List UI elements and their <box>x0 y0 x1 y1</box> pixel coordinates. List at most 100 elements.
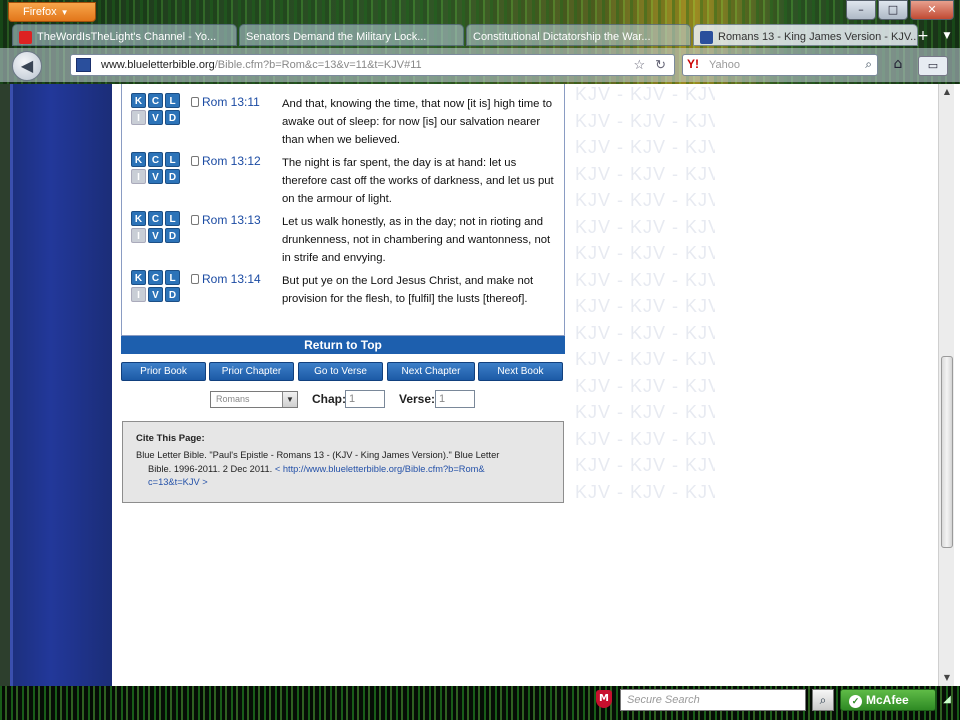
verse-v-button[interactable]: V <box>148 110 163 125</box>
search-icon[interactable]: ⌕ <box>865 57 872 72</box>
reload-icon[interactable]: ↻ <box>655 57 666 73</box>
cite-url-link-cont[interactable]: c=13&t=KJV > <box>136 476 553 490</box>
mcafee-shield-icon[interactable]: M <box>596 690 612 708</box>
verse-reference-link[interactable]: Rom 13:13 <box>191 213 261 227</box>
scroll-down-icon[interactable]: ▼ <box>939 670 955 686</box>
return-to-top-link[interactable]: Return to Top <box>121 336 565 354</box>
firefox-menu-button[interactable]: Firefox ▼ <box>8 2 96 22</box>
go-to-verse-button[interactable]: Go to Verse <box>298 362 383 381</box>
verse-reference-link[interactable]: Rom 13:14 <box>191 272 261 286</box>
scroll-thumb[interactable] <box>941 356 953 548</box>
window-controls: – □ ✕ <box>844 0 954 20</box>
new-tab-button[interactable]: + <box>912 26 934 46</box>
verse-label: Verse: <box>399 392 436 406</box>
close-window-button[interactable]: ✕ <box>910 0 954 20</box>
verse-text: Let us walk honestly, as in the day; not… <box>282 216 551 264</box>
checkmark-icon: ✓ <box>849 695 862 708</box>
minimize-button[interactable]: – <box>846 0 876 20</box>
verse-k-button[interactable]: K <box>131 152 146 167</box>
chapter-input[interactable]: 1 <box>345 390 385 408</box>
chevron-down-icon: ▼ <box>60 8 69 17</box>
back-button[interactable]: ◀ <box>12 51 42 81</box>
verse-d-button[interactable]: D <box>165 110 180 125</box>
verse-reference-link[interactable]: Rom 13:12 <box>191 154 261 168</box>
search-bar[interactable]: Y! Yahoo ⌕ <box>682 54 878 76</box>
firefox-menu-label: Firefox <box>23 6 57 18</box>
verse-c-button[interactable]: C <box>148 93 163 108</box>
verse-k-button[interactable]: K <box>131 93 146 108</box>
verse-input[interactable]: 1 <box>435 390 475 408</box>
home-button[interactable]: ⌂ <box>886 56 910 76</box>
tab-senators-article[interactable]: Senators Demand the Military Lock... <box>12 24 464 121</box>
yahoo-engine-icon[interactable]: Y! <box>687 57 699 71</box>
watermark-line: KJV - KJV - KJV <box>575 84 715 104</box>
verse-ref-text: Rom 13:14 <box>202 272 261 286</box>
cite-text-line1: Blue Letter Bible. "Paul's Epistle - Rom… <box>136 450 500 460</box>
clipboard-icon <box>191 97 199 107</box>
tab-constitutional-dictatorship[interactable]: Constitutional Dictatorship the War... <box>12 24 691 121</box>
blb-icon <box>700 30 713 44</box>
window-frame <box>0 84 10 686</box>
verse-i-button[interactable]: I <box>131 110 146 125</box>
addon-bar-button[interactable]: ▭ <box>918 56 948 76</box>
verse-k-button[interactable]: K <box>131 270 146 285</box>
book-select[interactable]: Romans ▼ <box>210 391 298 408</box>
verse-c-button[interactable]: C <box>148 270 163 285</box>
address-bar[interactable]: www.blueletterbible.org/Bible.cfm?b=Rom&… <box>70 54 675 76</box>
chevron-down-icon[interactable]: ▼ <box>282 392 297 407</box>
page-content: KJV - KJV - KJV KJV - KJV - KJV KJV - KJV … <box>0 84 960 686</box>
verse-v-button[interactable]: V <box>148 287 163 302</box>
cite-url-link[interactable]: < http://www.blueletterbible.org/Bible.c… <box>275 464 485 474</box>
watermark-line: KJV - KJV - KJV <box>575 269 715 290</box>
verse-l-button[interactable]: L <box>165 211 180 226</box>
verse-i-button[interactable]: I <box>131 169 146 184</box>
watermark-line: KJV - KJV - KJV <box>575 110 715 131</box>
secure-search-button[interactable]: ⌕ <box>812 689 834 711</box>
chapter-label: Chap: <box>312 392 346 406</box>
home-icon: ⌂ <box>893 56 903 72</box>
navigation-toolbar: ◀ www.blueletterbible.org/Bible.cfm?b=Ro… <box>0 48 960 82</box>
verse-i-button[interactable]: I <box>131 228 146 243</box>
next-book-button[interactable]: Next Book <box>478 362 563 381</box>
tab-label: Senators Demand the Military Lock... <box>246 31 427 43</box>
tab-youtube-channel[interactable]: TheWordIsTheLight's Channel - Yo... <box>12 24 237 46</box>
verse-i-button[interactable]: I <box>131 287 146 302</box>
verse-d-button[interactable]: D <box>165 169 180 184</box>
url-domain: www.blueletterbible.org <box>101 59 215 71</box>
verse-c-button[interactable]: C <box>148 211 163 226</box>
chapter-navigation: Prior Book Prior Chapter Go to Verse Nex… <box>121 362 565 382</box>
vertical-scrollbar[interactable]: ▲ ▼ <box>938 84 954 686</box>
verse-k-button[interactable]: K <box>131 211 146 226</box>
verse-list: K C L I V D Rom 13:11 And that, knowing … <box>121 84 565 336</box>
site-identity-icon[interactable] <box>76 58 91 72</box>
maximize-button[interactable]: □ <box>878 0 908 20</box>
verse-text: But put ye on the Lord Jesus Christ, and… <box>282 275 534 305</box>
verse-reference-link[interactable]: Rom 13:11 <box>191 95 260 109</box>
verse-l-button[interactable]: L <box>165 93 180 108</box>
prior-chapter-button[interactable]: Prior Chapter <box>209 362 294 381</box>
secure-search-input[interactable]: Secure Search <box>620 689 806 711</box>
cite-text-line2: Bible. 1996-2011. 2 Dec 2011. < http://w… <box>136 463 553 477</box>
verse-d-button[interactable]: D <box>165 287 180 302</box>
list-all-tabs-button[interactable]: ▼ <box>936 26 958 46</box>
url-path: /Bible.cfm?b=Rom&c=13&v=11&t=KJV#11 <box>214 59 422 71</box>
bookmark-star-icon[interactable]: ☆ <box>633 57 645 73</box>
addon-bar: M Secure Search ⌕ ✓ McAfee ◢ <box>0 686 960 720</box>
tab-romans-13[interactable]: Romans 13 - King James Version - KJV... <box>693 24 918 46</box>
watermark-line: KJV - KJV - KJV <box>575 481 715 502</box>
cite-body: Blue Letter Bible. "Paul's Epistle - Rom… <box>136 449 553 490</box>
verse-v-button[interactable]: V <box>148 228 163 243</box>
verse-c-button[interactable]: C <box>148 152 163 167</box>
verse-v-button[interactable]: V <box>148 169 163 184</box>
verse-ref-text: Rom 13:12 <box>202 154 261 168</box>
mcafee-status-button[interactable]: ✓ McAfee <box>840 689 936 711</box>
verse-d-button[interactable]: D <box>165 228 180 243</box>
watermark-line: KJV - KJV - KJV <box>575 349 715 369</box>
resize-grip-icon[interactable]: ◢ <box>940 694 954 708</box>
verse-l-button[interactable]: L <box>165 152 180 167</box>
verse-l-button[interactable]: L <box>165 270 180 285</box>
next-chapter-button[interactable]: Next Chapter <box>387 362 475 381</box>
scroll-up-icon[interactable]: ▲ <box>939 84 955 100</box>
site-sidebar <box>10 84 112 686</box>
prior-book-button[interactable]: Prior Book <box>121 362 206 381</box>
